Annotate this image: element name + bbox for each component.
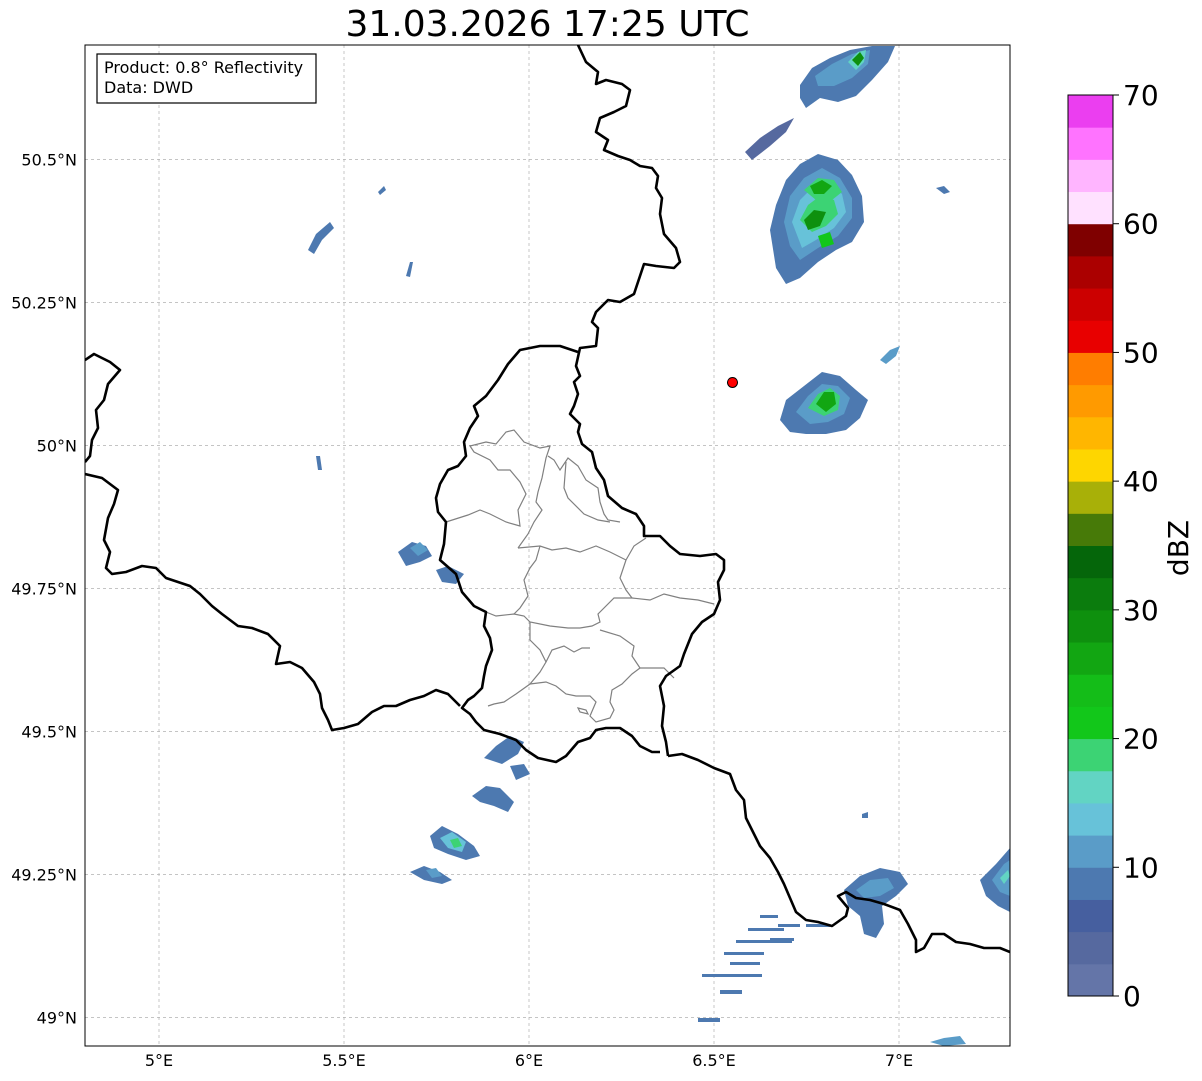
info-box: Product: 0.8° Reflectivity Data: DWD [96,53,317,104]
colorbar-segment [1068,352,1113,386]
colorbar-segment [1068,127,1113,160]
colorbar-segment [1068,931,1113,965]
colorbar-segment [1068,963,1113,997]
colorbar-segment [1068,642,1113,675]
lat-tick-label: 50.5°N [21,150,77,169]
colorbar-segment [1068,384,1113,418]
colorbar-segment [1068,191,1113,225]
radar-site-dot [727,376,738,388]
lon-tick-label: 6°E [515,1051,543,1070]
lat-tick-label: 49.75°N [11,579,77,598]
colorbar-segment [1068,481,1113,514]
colorbar-segment [1068,609,1113,643]
colorbar-segment [1068,255,1113,289]
colorbar-segment [1068,577,1113,611]
colorbar-segment [1068,320,1113,353]
colorbar-tick-label: 70 [1123,79,1159,112]
colorbar-segment [1068,223,1113,257]
info-data-source: Data: DWD [104,78,193,97]
colorbar-segment [1068,513,1113,546]
lat-tick-label: 49.5°N [21,722,77,741]
lon-tick-label: 6.5°E [692,1051,736,1070]
colorbar-segment [1068,738,1113,772]
colorbar-segment [1068,416,1113,450]
colorbar-segment [1068,899,1113,933]
colorbar-tick-label: 10 [1123,851,1159,884]
lon-tick-label: 5°E [145,1051,173,1070]
colorbar-segment [1068,706,1113,740]
lat-tick-label: 50.25°N [11,293,77,312]
colorbar-segment [1068,802,1113,836]
lon-tick-label: 5.5°E [322,1051,366,1070]
colorbar: 0 10 20 30 40 50 60 70 [1067,79,1159,1013]
info-product: Product: 0.8° Reflectivity [104,58,303,77]
lat-tick-label: 50°N [37,436,77,455]
lat-tick-label: 49°N [37,1008,77,1027]
map-area [84,44,1011,1047]
colorbar-label: dBZ [1162,520,1195,576]
radar-map-figure: 5°E 5.5°E 6°E 6.5°E 7°E 50.5°N 50.25°N 50°N 49.7… [11,44,1195,1070]
colorbar-tick-label: 0 [1123,980,1141,1013]
lat-tick-label: 49.25°N [11,865,77,884]
colorbar-segment [1068,288,1113,321]
colorbar-segment [1068,95,1113,128]
colorbar-segment [1068,770,1113,804]
colorbar-segment [1068,545,1113,579]
colorbar-segment [1068,674,1113,707]
colorbar-segment [1068,867,1113,900]
colorbar-tick-label: 30 [1123,594,1159,627]
radar-site-marker [727,376,738,388]
colorbar-segment [1068,159,1113,193]
colorbar-segment [1068,448,1113,482]
colorbar-tick-label: 60 [1123,208,1159,241]
colorbar-tick-label: 20 [1123,723,1159,756]
colorbar-segment [1068,835,1113,868]
lon-tick-label: 7°E [885,1051,913,1070]
colorbar-tick-label: 50 [1123,336,1159,369]
colorbar-tick-label: 40 [1123,465,1159,498]
